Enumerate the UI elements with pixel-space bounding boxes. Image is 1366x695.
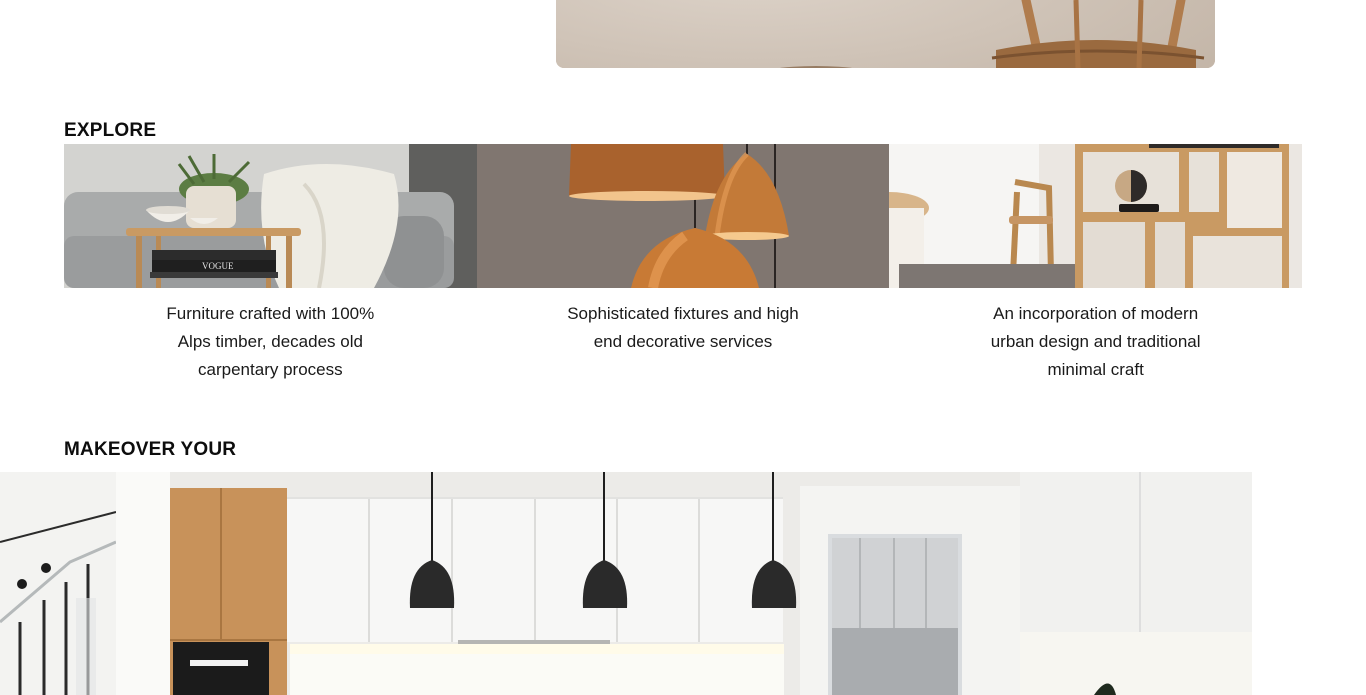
hero-dining-image <box>556 0 1215 68</box>
furniture-caption: Furniture crafted with 100% Alps timber,… <box>166 304 375 379</box>
sofa-illustration: VOGUE <box>64 144 477 288</box>
fixtures-caption: Sophisticated fixtures and high end deco… <box>567 304 799 351</box>
page: EXPLORE VOGUE Furniture crafted with 100… <box>0 0 1366 695</box>
design-caption: An incorporation of modern urban design … <box>990 304 1201 379</box>
furniture-image: VOGUE <box>64 144 477 288</box>
pendant-lamps-illustration <box>476 144 890 288</box>
makeover-heading: MAKEOVER YOUR <box>64 439 237 460</box>
shelf-chair-illustration <box>889 144 1302 288</box>
makeover-kitchen-image <box>0 472 1252 695</box>
explore-card-design[interactable]: An incorporation of modern urban design … <box>889 144 1302 384</box>
explore-cards: VOGUE Furniture crafted with 100% Alps t… <box>64 144 1302 384</box>
book-vogue-label: VOGUE <box>202 261 234 271</box>
fixtures-image <box>476 144 890 288</box>
kitchen-illustration <box>0 472 1252 695</box>
explore-card-fixtures[interactable]: Sophisticated fixtures and high end deco… <box>476 144 890 384</box>
design-image <box>889 144 1302 288</box>
explore-heading: EXPLORE <box>64 120 157 141</box>
hero-dining-illustration <box>556 0 1215 68</box>
explore-card-furniture[interactable]: VOGUE Furniture crafted with 100% Alps t… <box>64 144 477 384</box>
